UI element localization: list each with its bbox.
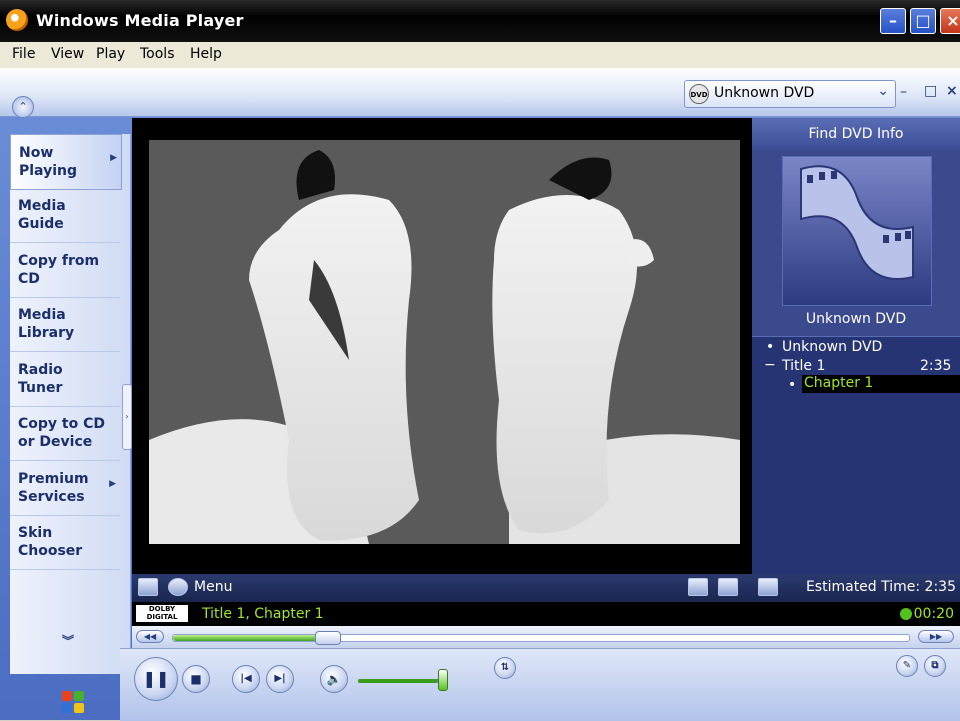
show-playlist-icon[interactable] <box>138 578 158 596</box>
top-band: ⌃ DVD Unknown DVD ⌄ – □ × <box>0 68 960 118</box>
fast-forward-icon[interactable]: ▶▶ <box>918 630 954 643</box>
dvd-menu-icon[interactable] <box>168 578 188 596</box>
player-frame: ⌃ DVD Unknown DVD ⌄ – □ × Now Playing ▶ … <box>0 68 960 721</box>
mute-button[interactable]: 🔈 <box>320 665 348 693</box>
mini-player-button[interactable]: ⧉ <box>924 655 946 677</box>
tree-title[interactable]: Title 1 <box>782 358 825 374</box>
arrow-right-icon: ▶ <box>110 153 117 163</box>
status-bar: DOLBY DIGITAL Title 1, Chapter 1 00:20 <box>132 602 960 626</box>
seek-bar-fill <box>173 635 328 641</box>
dvd-info-panel: Find DVD Info Unknown DVD • Unknown DVD … <box>752 118 960 577</box>
maximize-button[interactable]: □ <box>910 8 936 34</box>
estimated-time: Estimated Time: 2:35 <box>805 579 956 595</box>
title-bar: Windows Media Player – □ × <box>0 0 960 42</box>
close-player-icon[interactable]: × <box>946 83 958 99</box>
seek-bar[interactable] <box>172 631 910 645</box>
pause-button[interactable]: ❚❚ <box>134 657 178 701</box>
minimize-player-icon[interactable]: – <box>900 84 907 100</box>
fit-video-icon[interactable] <box>688 578 708 596</box>
more-items-icon[interactable]: ︾ <box>62 632 74 649</box>
windows-logo-icon <box>62 691 86 715</box>
stop-button[interactable]: ■ <box>182 665 210 693</box>
video-area[interactable] <box>132 118 752 574</box>
tree-title-time: 2:35 <box>920 358 952 374</box>
dvd-menu-label[interactable]: Menu <box>194 579 232 595</box>
video-frame-image <box>149 140 740 544</box>
dvd-art-title: Unknown DVD <box>805 311 907 327</box>
capture-frame-icon[interactable] <box>758 578 778 596</box>
dvd-album-art <box>782 156 932 306</box>
menu-tools[interactable]: Tools <box>140 46 175 62</box>
nav-item-media-library[interactable]: Media Library <box>10 297 120 352</box>
menu-bar: File View Play Tools Help <box>0 42 960 69</box>
nav-item-skin-chooser[interactable]: Skin Chooser <box>10 515 120 570</box>
nav-item-media-guide[interactable]: Media Guide <box>10 188 120 243</box>
volume-thumb[interactable] <box>438 669 448 691</box>
media-selector-dropdown[interactable]: DVD Unknown DVD ⌄ <box>684 80 896 108</box>
rewind-icon[interactable]: ◀◀ <box>136 630 164 643</box>
video-toolbar: Menu Estimated Time: 2:35 <box>132 574 960 602</box>
nav-item-premium-services[interactable]: Premium Services ▶ <box>10 461 120 516</box>
media-player-icon <box>6 9 28 31</box>
taskbar-toggle-button[interactable]: ⌃ <box>12 96 34 118</box>
nav-item-now-playing[interactable]: Now Playing ▶ <box>10 134 122 190</box>
nav-item-label: Copy to CD or Device <box>18 416 105 450</box>
volume-slider[interactable] <box>358 679 446 683</box>
collapse-icon[interactable]: − <box>764 357 776 373</box>
equalizer-button[interactable]: ⇅ <box>494 657 516 679</box>
dvd-tree: • Unknown DVD − Title 1 2:35 • Chapter 1 <box>752 336 960 577</box>
nav-item-label: Media Library <box>18 307 75 341</box>
nav-item-label: Copy from CD <box>18 253 100 287</box>
fullmode-icon[interactable]: □ <box>924 83 937 99</box>
seek-area: ◀◀ ▶▶ <box>132 626 960 648</box>
nav-item-label: Media Guide <box>18 198 66 232</box>
previous-button[interactable]: |◀ <box>232 665 260 693</box>
dvd-icon: DVD <box>689 84 709 104</box>
nav-item-label: Now Playing <box>19 145 77 179</box>
nav-item-copy-to-cd[interactable]: Copy to CD or Device <box>10 406 120 461</box>
close-button[interactable]: × <box>940 8 960 34</box>
chevron-down-icon: ⌄ <box>877 83 889 99</box>
taskbar-grip-handle[interactable]: › <box>122 384 132 450</box>
feature-taskbar: Now Playing ▶ Media Guide Copy from CD M… <box>10 134 132 713</box>
nav-item-copy-from-cd[interactable]: Copy from CD <box>10 243 120 298</box>
arrow-right-icon: ▶ <box>109 479 116 489</box>
menu-help[interactable]: Help <box>190 46 222 62</box>
bullet-icon: • <box>788 377 797 393</box>
minimize-button[interactable]: – <box>880 8 906 34</box>
dolby-digital-logo: DOLBY DIGITAL <box>136 605 188 622</box>
seek-bar-thumb[interactable] <box>314 631 341 645</box>
transport-controls: ❚❚ ■ |◀ ▶| 🔈 ⇅ ✎ ⧉ <box>120 648 960 721</box>
nav-item-radio-tuner[interactable]: Radio Tuner <box>10 352 120 407</box>
next-button[interactable]: ▶| <box>266 665 294 693</box>
tree-chapter-selected[interactable]: Chapter 1 <box>802 375 960 393</box>
fullscreen-icon[interactable] <box>718 578 738 596</box>
find-dvd-info-link[interactable]: Find DVD Info <box>752 118 960 150</box>
tree-disc[interactable]: Unknown DVD <box>782 339 882 355</box>
media-selector-label: Unknown DVD <box>714 85 815 101</box>
volume-fill <box>358 679 438 683</box>
nav-item-label: Skin Chooser <box>18 525 83 559</box>
nav-item-label: Radio Tuner <box>18 362 63 396</box>
status-text: Title 1, Chapter 1 <box>202 606 324 622</box>
menu-play[interactable]: Play <box>96 46 125 62</box>
menu-view[interactable]: View <box>51 46 84 62</box>
playing-indicator-icon <box>900 608 912 620</box>
skin-mode-button[interactable]: ✎ <box>896 655 918 677</box>
nav-item-label: Premium Services <box>18 471 89 505</box>
window-title: Windows Media Player <box>36 11 244 30</box>
elapsed-time: 00:20 <box>913 606 954 622</box>
bullet-icon: • <box>766 339 775 355</box>
menu-file[interactable]: File <box>12 46 35 62</box>
